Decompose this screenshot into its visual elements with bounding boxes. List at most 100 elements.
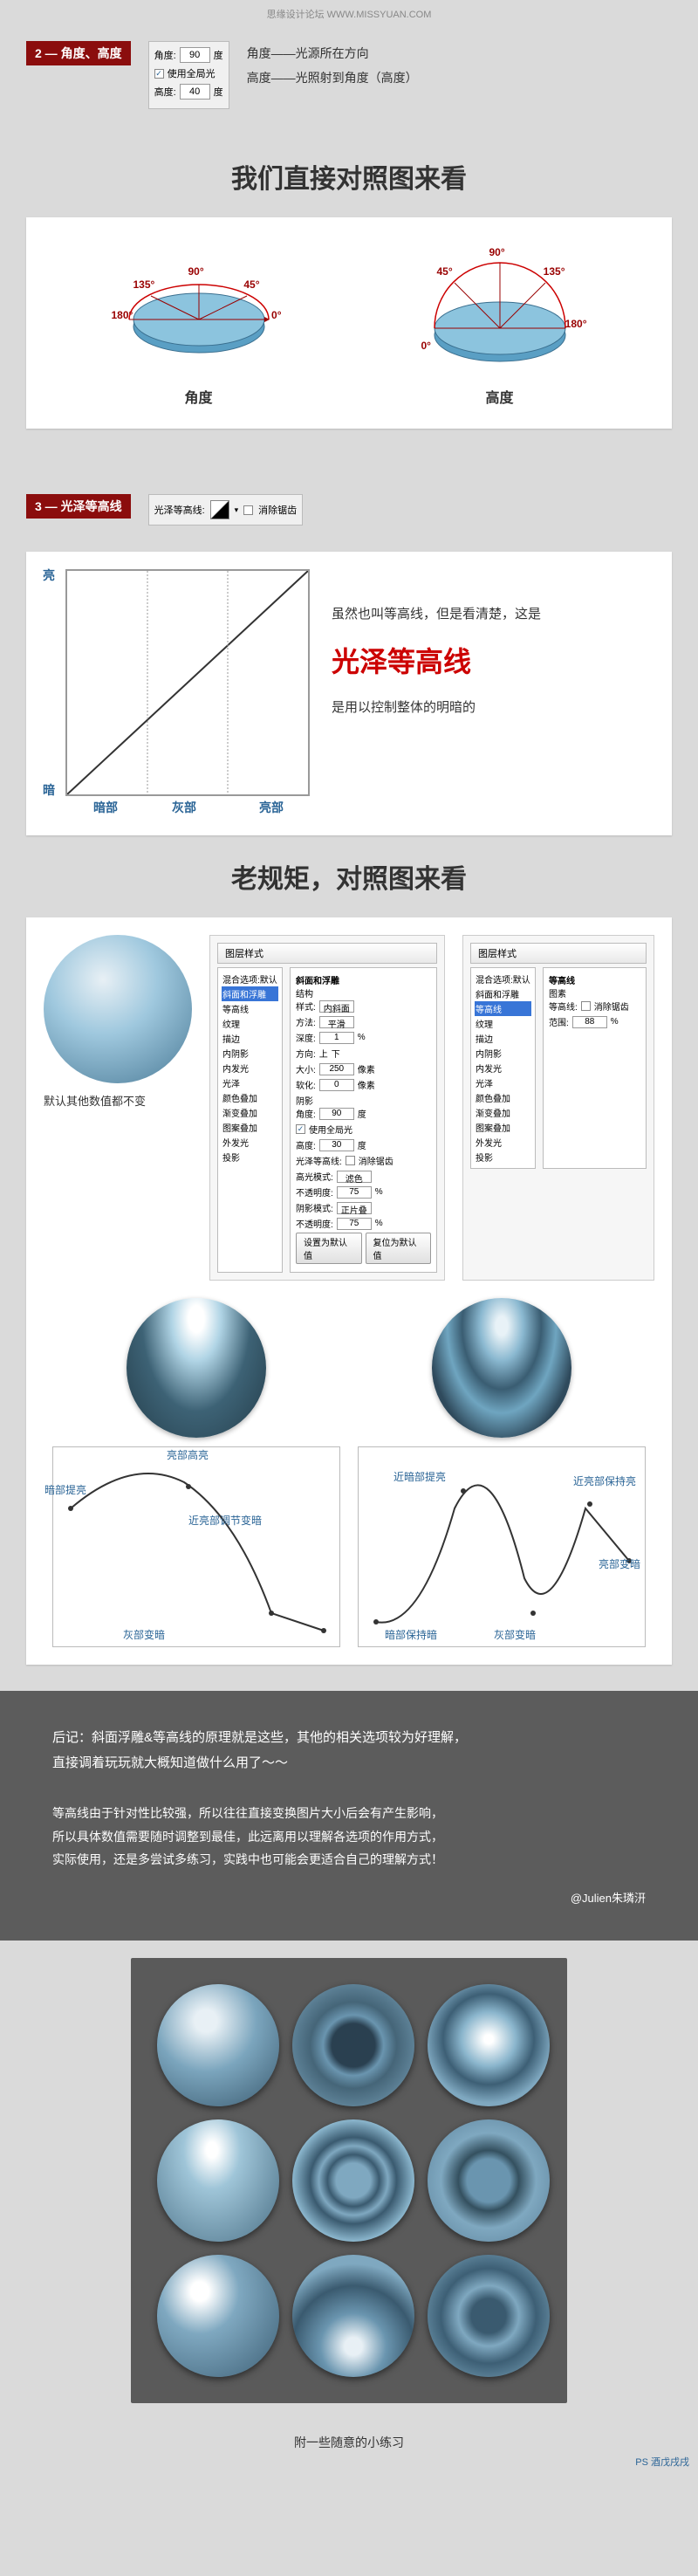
curve-highlight: 光泽等高线 [332, 640, 654, 680]
lbl: 高度: [296, 1138, 316, 1151]
list-item[interactable]: 描边 [475, 1031, 531, 1046]
list-item[interactable]: 渐变叠加 [222, 1105, 278, 1120]
group-label: 阴影 [296, 1094, 431, 1107]
dir-up[interactable]: 上 [319, 1047, 328, 1060]
footer-p1b: 直接调着玩玩就大概知道做什么用了～～ [52, 1755, 288, 1770]
style-select[interactable]: 内斜面 [319, 1000, 354, 1013]
list-item[interactable]: 内阴影 [475, 1046, 531, 1061]
footer-p1a: 后记：斜面浮雕&等高线的原理就是这些，其他的相关选项较为好理解， [52, 1730, 467, 1745]
altitude-unit: 度 [214, 85, 223, 99]
altitude-label-text: 高度 [413, 386, 587, 407]
range-input[interactable]: 88 [572, 1016, 607, 1028]
btn-default[interactable]: 设置为默认值 [296, 1233, 362, 1264]
h45: 45° [437, 265, 453, 278]
curve-description: 虽然也叫等高线，但是看清楚，这是 光泽等高线 是用以控制整体的明暗的 [332, 569, 654, 818]
practice-sphere [157, 1984, 279, 2106]
list-item[interactable]: 斜面和浮雕 [475, 986, 531, 1001]
antialias-checkbox[interactable] [243, 505, 253, 515]
soften-input[interactable]: 0 [319, 1079, 354, 1091]
angle-input[interactable]: 90 [319, 1108, 354, 1120]
y-bright: 亮 [43, 567, 55, 584]
style-list-1[interactable]: 混合选项:默认 斜面和浮雕 等高线 纹理 描边 内阴影 内发光 光泽 颜色叠加 … [217, 967, 283, 1273]
a0: 0° [271, 309, 281, 321]
list-item[interactable]: 光泽 [475, 1075, 531, 1090]
list-item[interactable]: 图案叠加 [475, 1120, 531, 1135]
list-item[interactable]: 内阴影 [222, 1046, 278, 1061]
alt-input[interactable]: 30 [319, 1139, 354, 1151]
lbl: 消除锯齿 [594, 999, 629, 1013]
list-item[interactable]: 纹理 [222, 1016, 278, 1031]
lbl: 阴影模式: [296, 1201, 333, 1214]
dialog-main-2: 等高线 图素 等高线:消除锯齿 范围:88% [543, 967, 647, 1169]
list-item[interactable]: 纹理 [475, 1016, 531, 1031]
method-select[interactable]: 平滑 [319, 1016, 354, 1028]
list-item[interactable]: 混合选项:默认 [475, 972, 531, 986]
hilite-select[interactable]: 滤色 [337, 1171, 372, 1183]
x-dark: 暗部 [93, 799, 118, 816]
curve-text2: 是用以控制整体的明暗的 [332, 697, 654, 716]
practice-sphere [292, 2119, 414, 2242]
desc1: 角度——光源所在方向 [247, 41, 418, 65]
list-item[interactable]: 外发光 [475, 1135, 531, 1150]
curve-left-svg [62, 1456, 332, 1639]
curve-panel: 亮 暗 暗部 灰部 亮部 虽然也叫等高线，但是看清楚，这是 光泽等高线 是用以控… [26, 552, 672, 835]
footer-p2c: 实际使用，还是多尝试多练习，实践中也可能会更适合自己的理解方式！ [52, 1852, 443, 1866]
section3-tag: 3 — 光泽等高线 [26, 494, 131, 519]
aa-cb2[interactable] [581, 1001, 591, 1011]
aa-cb[interactable] [346, 1156, 355, 1165]
list-item[interactable]: 内发光 [475, 1061, 531, 1075]
list-item[interactable]: 颜色叠加 [475, 1090, 531, 1105]
global-light-checkbox[interactable] [154, 69, 164, 79]
altitude-input[interactable]: 40 [180, 84, 210, 100]
list-item[interactable]: 投影 [222, 1150, 278, 1164]
r1: 近亮部保持亮 [573, 1473, 636, 1488]
list-item[interactable]: 光泽 [222, 1075, 278, 1090]
angle-input[interactable]: 90 [180, 47, 210, 63]
contour-dropdown-icon[interactable]: ▾ [235, 505, 239, 515]
h180: 180° [565, 318, 587, 330]
global-cb[interactable] [296, 1124, 305, 1134]
angle-ui: 角度: 90 度 使用全局光 高度: 40 度 [148, 41, 229, 109]
lbl: 角度: [296, 1107, 316, 1120]
a45: 45° [243, 278, 259, 291]
altitude-label: 高度: [154, 85, 176, 99]
r4: 暗部保持暗 [385, 1627, 437, 1642]
list-item[interactable]: 图案叠加 [222, 1120, 278, 1135]
list-item[interactable]: 混合选项:默认 [222, 972, 278, 986]
btn-reset[interactable]: 复位为默认值 [366, 1233, 432, 1264]
list-item[interactable]: 斜面和浮雕 [222, 986, 278, 1001]
note-default: 默认其他数值都不变 [44, 1092, 192, 1109]
list-item[interactable]: 等高线 [475, 1001, 531, 1016]
lbl: 使用全局光 [309, 1123, 352, 1136]
section2-tag: 2 — 角度、高度 [26, 41, 131, 65]
sphere-variant-b [432, 1298, 571, 1438]
dialog-main-1: 斜面和浮雕 结构 样式:内斜面 方法:平滑 深度:1% 方向:上 下 大小:25… [290, 967, 437, 1273]
group-label: 结构 [296, 986, 431, 999]
opacity-input2[interactable]: 75 [337, 1218, 372, 1230]
r5: 灰部变暗 [494, 1627, 536, 1642]
dir-down[interactable]: 下 [332, 1047, 340, 1060]
shadow-select[interactable]: 正片叠底 [337, 1202, 372, 1214]
list-item[interactable]: 等高线 [222, 1001, 278, 1016]
style-list-2[interactable]: 混合选项:默认 斜面和浮雕 等高线 纹理 描边 内阴影 内发光 光泽 颜色叠加 … [470, 967, 536, 1169]
opacity-input[interactable]: 75 [337, 1186, 372, 1199]
list-item[interactable]: 投影 [475, 1150, 531, 1164]
contour-ui: 光泽等高线: ▾ 消除锯齿 [148, 494, 304, 526]
size-input[interactable]: 250 [319, 1063, 354, 1075]
list-item[interactable]: 内发光 [222, 1061, 278, 1075]
sphere-variant-a [127, 1298, 266, 1438]
r3: 亮部变暗 [599, 1556, 640, 1571]
list-item[interactable]: 描边 [222, 1031, 278, 1046]
list-item[interactable]: 颜色叠加 [222, 1090, 278, 1105]
list-item[interactable]: 渐变叠加 [475, 1105, 531, 1120]
practice-sphere [292, 2255, 414, 2377]
lbl: 不透明度: [296, 1185, 333, 1199]
final-caption: 附一些随意的小练习 [0, 2421, 698, 2477]
contour-label: 光泽等高线: [154, 503, 205, 517]
contour-swatch[interactable] [210, 500, 229, 519]
list-item[interactable]: 外发光 [222, 1135, 278, 1150]
h0: 0° [421, 340, 431, 352]
practice-sphere [428, 2119, 550, 2242]
section-3: 3 — 光泽等高线 光泽等高线: ▾ 消除锯齿 [0, 481, 698, 552]
depth-input[interactable]: 1 [319, 1032, 354, 1044]
